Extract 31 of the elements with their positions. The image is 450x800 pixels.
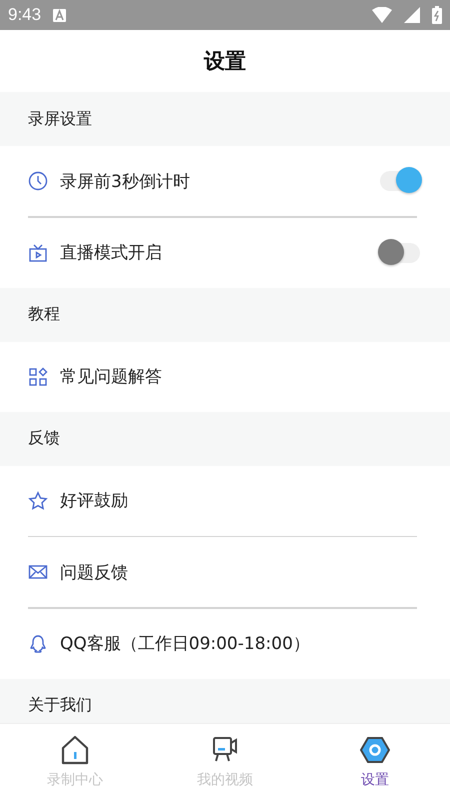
toggle-switch[interactable]	[378, 238, 422, 266]
settings-row[interactable]: 直播模式开启	[0, 218, 450, 288]
status-time: 9:43	[8, 5, 42, 25]
page-title: 设置	[204, 48, 246, 75]
settings-label: 问题反馈	[60, 562, 129, 584]
section-title: 关于我们	[28, 695, 92, 716]
settings-icon	[360, 735, 390, 765]
settings-label: 直播模式开启	[60, 242, 163, 264]
grid-icon	[28, 366, 48, 386]
battery-icon	[432, 6, 442, 24]
settings-label: 好评鼓励	[60, 490, 129, 512]
settings-label: 录屏前3秒倒计时	[60, 170, 191, 192]
star-icon	[28, 490, 48, 510]
signal-icon	[404, 7, 420, 23]
settings-row[interactable]: 录屏前3秒倒计时	[0, 146, 450, 216]
settings-row[interactable]: 好评鼓励	[0, 466, 450, 536]
notification-icon	[53, 8, 66, 22]
settings-row[interactable]: 常见问题解答	[0, 342, 450, 412]
section-title: 反馈	[28, 428, 60, 449]
toggle-switch[interactable]	[378, 167, 422, 195]
settings-row[interactable]: QQ客服（工作日09:00-18:00）	[0, 608, 450, 678]
clock-icon	[28, 171, 48, 191]
wifi-icon	[372, 7, 392, 23]
section-title: 录屏设置	[28, 108, 92, 130]
settings-row[interactable]: 问题反馈	[0, 537, 450, 607]
section-title: 教程	[28, 304, 60, 325]
settings-label: 常见问题解答	[60, 366, 163, 388]
tv-icon	[28, 242, 48, 262]
settings-label: QQ客服（工作日09:00-18:00）	[60, 633, 311, 655]
penguin-icon	[28, 634, 48, 654]
home-icon	[60, 735, 90, 765]
